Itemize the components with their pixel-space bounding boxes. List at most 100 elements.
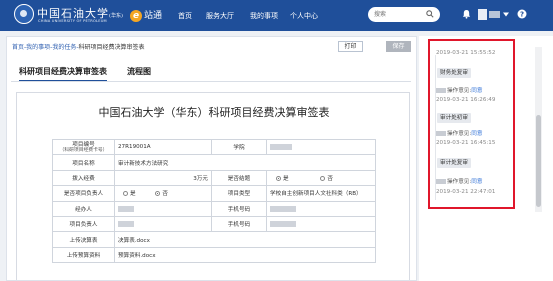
college-label: 学院 — [211, 138, 267, 156]
search-input[interactable] — [374, 9, 424, 20]
table-row: 是否项目负责人 是 否 项目类型 学校自主创新项目人文社科类（RB） — [52, 185, 376, 202]
pi-value — [114, 215, 212, 233]
main-panel: 首页-我的事项-我的任务-科研项目经费决算审签表 打印 保存 科研项目经费决算审… — [6, 36, 417, 281]
timeline-step-tag: 审计处复审 — [437, 158, 471, 168]
upload-final-label: 上传决算表 — [52, 231, 115, 248]
app-logo-icon: e — [130, 10, 142, 22]
table-row: 经办人 手机号码 — [52, 200, 376, 217]
help-icon[interactable]: ? — [517, 9, 527, 19]
project-name-value: 审计新技术方法研究 — [114, 154, 376, 171]
nav-service-hall[interactable]: 服务大厅 — [206, 11, 234, 21]
project-type-value: 学校自主创新项目人文社科类（RB） — [266, 185, 376, 202]
search-bar — [368, 7, 440, 22]
timeline-scrollbar[interactable] — [535, 47, 542, 212]
scrollbar-thumb[interactable] — [536, 115, 541, 207]
table-row: 项目名称 审计新技术方法研究 — [52, 154, 376, 171]
redacted-text — [270, 220, 296, 227]
timeline-time: 2019-03-21 15:55:52 — [436, 50, 496, 56]
user-name[interactable] — [489, 11, 500, 18]
redacted-text — [270, 143, 292, 150]
upload-budget-file-link[interactable]: 预算资料.docx — [114, 246, 376, 264]
timeline-opinion: 操作意见:同意 — [436, 177, 482, 185]
timeline-time: 2019-03-21 16:26:49 — [436, 97, 496, 103]
pi-phone-value — [266, 215, 376, 233]
breadcrumb: 首页-我的事项-我的任务-科研项目经费决算审签表 — [12, 42, 145, 51]
caret-down-icon[interactable] — [503, 12, 509, 17]
project-no-label: 项目编号 （科研项目经费卡号） — [52, 138, 115, 156]
table-row: 项目负责人 手机号码 — [52, 215, 376, 233]
search-icon[interactable] — [426, 10, 434, 18]
project-name-label: 项目名称 — [52, 154, 115, 171]
radio-checked-icon[interactable] — [155, 191, 161, 197]
breadcrumb-path[interactable]: 首页-我的事项-我的任务- — [12, 44, 79, 51]
timeline-opinion-link[interactable]: 同意 — [471, 179, 482, 185]
pi-label: 项目负责人 — [52, 215, 115, 233]
radio-no[interactable]: 否 — [320, 175, 333, 182]
timeline-opinion: 操作意见:同意 — [436, 86, 482, 94]
approval-form-table: 项目编号 （科研项目经费卡号） 27R19001A 学院 项目名称 审计新技术方法… — [52, 138, 376, 264]
redacted-text — [118, 220, 134, 227]
college-value — [266, 138, 376, 156]
funding-label: 拨入经费 — [52, 169, 115, 187]
nav-my-items[interactable]: 我的事项 — [250, 11, 278, 21]
timeline-opinion-link[interactable]: 同意 — [471, 131, 482, 137]
funding-value: 3万元 — [114, 169, 212, 187]
svg-text:?: ? — [520, 11, 524, 19]
project-no-sublabel: （科研项目经费卡号） — [59, 148, 108, 154]
redacted-text — [270, 205, 296, 212]
top-header: 中国石油大学(华东) CHINA UNIVERSITY OF PETROLEUM… — [0, 0, 553, 31]
nav-personal-center[interactable]: 个人中心 — [290, 11, 318, 21]
redacted-text — [118, 205, 134, 212]
app-name[interactable]: e 站通 — [130, 8, 162, 22]
redacted-text — [436, 179, 446, 184]
breadcrumb-current: 科研项目经费决算审签表 — [78, 44, 145, 51]
university-campus: (华东) — [109, 13, 123, 19]
university-seal-logo — [14, 4, 34, 24]
timeline-opinion: 操作意见:同意 — [436, 129, 482, 137]
radio-yes[interactable]: 是 — [276, 175, 289, 182]
handler-value — [114, 200, 212, 217]
handler-label: 经办人 — [52, 200, 115, 217]
radio-checked-icon[interactable] — [276, 175, 281, 181]
pi-confirm-radio-group: 是 否 — [114, 185, 212, 202]
form-container: 中国石油大学（华东）科研项目经费决算审签表 项目编号 （科研项目经费卡号） 27R… — [16, 92, 410, 280]
timeline-time: 2019-03-21 16:45:15 — [436, 140, 496, 146]
university-name-en: CHINA UNIVERSITY OF PETROLEUM — [38, 19, 107, 23]
nav-home[interactable]: 首页 — [178, 11, 192, 21]
radio-no-label: 否 — [327, 175, 333, 182]
tabs-divider — [11, 81, 411, 82]
upload-final-file-link[interactable]: 决算表.docx — [114, 231, 376, 248]
project-no-value: 27R19001A — [114, 138, 212, 156]
timeline-opinion-link[interactable]: 同意 — [471, 88, 482, 94]
project-type-label: 项目类型 — [211, 185, 267, 202]
radio-yes-label: 是 — [283, 175, 289, 182]
redacted-text — [436, 131, 446, 136]
form-title: 中国石油大学（华东）科研项目经费决算审签表 — [98, 106, 330, 119]
radio-pi-yes-label: 是 — [130, 191, 136, 198]
radio-unchecked-icon[interactable] — [320, 175, 326, 181]
tab-flowchart[interactable]: 流程图 — [127, 66, 151, 77]
upload-budget-label: 上传预算资料 — [52, 246, 115, 264]
timeline-opinion-label: 操作意见: — [447, 88, 472, 94]
bell-icon[interactable] — [462, 9, 471, 19]
pi-phone-label: 手机号码 — [211, 215, 267, 233]
print-button[interactable]: 打印 — [338, 41, 363, 52]
avatar[interactable] — [478, 9, 487, 20]
tab-approval-form[interactable]: 科研项目经费决算审签表 — [19, 66, 107, 82]
timeline-opinion-label: 操作意见: — [447, 179, 472, 185]
radio-pi-no[interactable]: 否 — [155, 191, 168, 197]
table-row: 拨入经费 3万元 是否结题 是 否 — [52, 169, 376, 187]
save-button[interactable]: 保存 — [386, 41, 411, 52]
table-row: 上传预算资料 预算资料.docx — [52, 246, 376, 264]
is-closed-label: 是否结题 — [211, 169, 267, 187]
table-row: 项目编号 （科研项目经费卡号） 27R19001A 学院 — [52, 138, 376, 156]
timeline-opinion-label: 操作意见: — [447, 131, 472, 137]
radio-unchecked-icon[interactable] — [123, 191, 128, 197]
radio-pi-yes[interactable]: 是 — [123, 191, 136, 197]
table-row: 上传决算表 决算表.docx — [52, 231, 376, 248]
handler-phone-value — [266, 200, 376, 217]
handler-phone-label: 手机号码 — [211, 200, 267, 217]
timeline-time: 2019-03-21 22:47:01 — [436, 189, 496, 195]
timeline-step-tag: 财务处复审 — [437, 68, 471, 78]
app-name-text: 站通 — [144, 11, 163, 21]
